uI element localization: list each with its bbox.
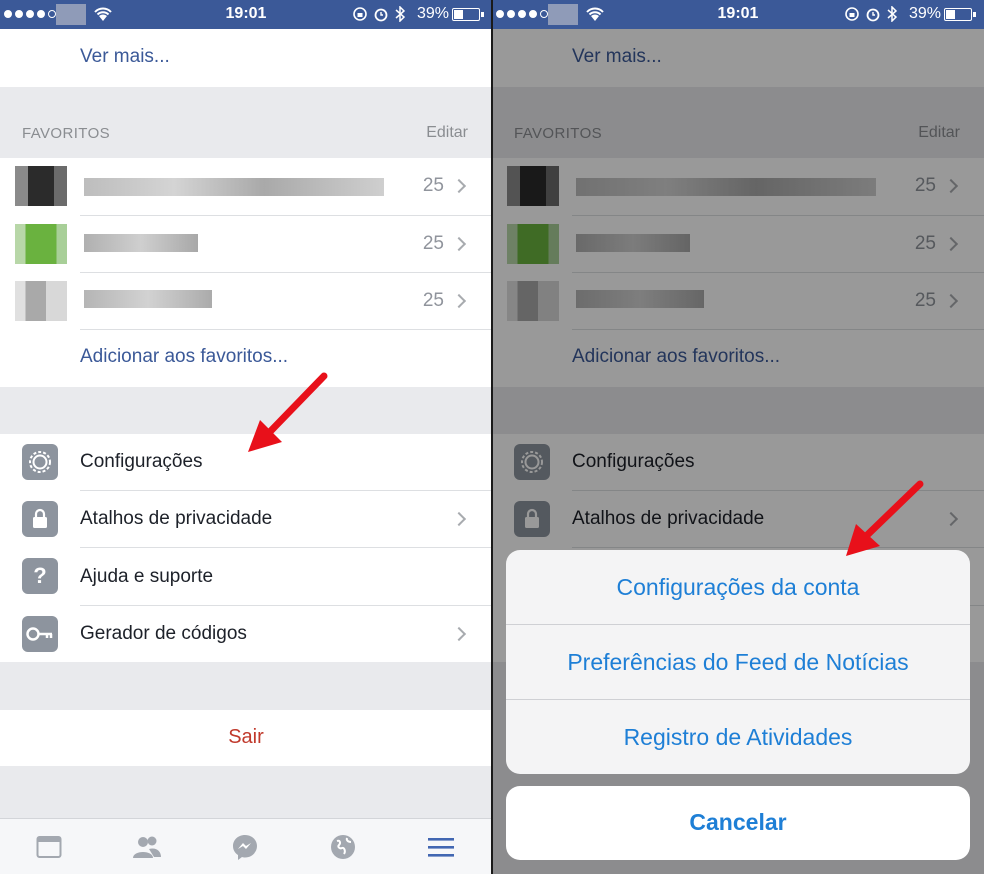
alarm-icon [374, 8, 388, 22]
favorites-header: FAVORITOS Editar [0, 87, 492, 158]
favorite-item[interactable]: 25 [0, 216, 492, 272]
activity-log-option[interactable]: Registro de Atividades [506, 724, 970, 751]
favorite-name-blurred [84, 178, 384, 196]
friends-icon[interactable] [132, 833, 162, 861]
chevron-right-icon [451, 293, 467, 309]
see-more-link[interactable]: Ver mais... [80, 46, 170, 68]
screen-right: 19:01 39% Ver mais... FAVORITOS Editar 2… [492, 0, 984, 874]
settings-label: Configurações [80, 451, 203, 472]
battery-percentage: 39% [417, 5, 450, 22]
globe-icon[interactable] [328, 833, 358, 861]
privacy-shortcuts-label: Atalhos de privacidade [80, 508, 273, 529]
favorites-title: FAVORITOS [22, 125, 111, 142]
image-divider [491, 0, 493, 874]
menu-icon[interactable] [426, 833, 456, 861]
edit-favorites-button[interactable]: Editar [426, 124, 468, 142]
status-bar: 19:01 39% [0, 0, 492, 29]
rotation-lock-icon [353, 7, 367, 21]
battery-icon [944, 8, 976, 21]
favorite-count: 25 [422, 290, 444, 311]
rotation-lock-icon [845, 7, 859, 21]
action-sheet: Configurações da conta Preferências do F… [506, 550, 970, 774]
privacy-shortcuts-row[interactable]: Atalhos de privacidade [0, 491, 492, 547]
favorite-avatar-blurred [15, 166, 67, 206]
lock-icon [22, 501, 58, 537]
cancel-button[interactable]: Cancelar [506, 809, 970, 836]
battery-percentage: 39% [909, 5, 942, 22]
help-support-label: Ajuda e suporte [80, 566, 214, 587]
account-settings-option[interactable]: Configurações da conta [506, 574, 970, 601]
alarm-icon [866, 8, 880, 22]
status-bar: 19:01 39% [492, 0, 984, 29]
add-favorites-link[interactable]: Adicionar aos favoritos... [80, 346, 288, 368]
annotation-arrow [846, 480, 924, 556]
favorite-name-blurred [84, 290, 212, 308]
battery-icon [452, 8, 484, 21]
chevron-right-icon [451, 626, 467, 642]
question-mark-icon: ? [22, 558, 58, 594]
chevron-right-icon [451, 178, 467, 194]
section-spacer [0, 766, 492, 818]
logout-button[interactable]: Sair [0, 726, 492, 749]
tab-bar [0, 818, 492, 874]
help-support-row[interactable]: ? Ajuda e suporte [0, 548, 492, 605]
favorite-avatar-blurred [15, 281, 67, 321]
news-feed-preferences-option[interactable]: Preferências do Feed de Notícias [506, 649, 970, 676]
favorite-avatar-blurred [15, 224, 67, 264]
chevron-right-icon [451, 236, 467, 252]
annotation-arrow [248, 372, 328, 452]
key-icon [22, 616, 58, 652]
chevron-right-icon [451, 511, 467, 527]
code-generator-label: Gerador de códigos [80, 623, 247, 644]
favorite-item[interactable]: 25 [0, 158, 492, 215]
see-more-row[interactable]: Ver mais... [0, 29, 492, 87]
code-generator-row[interactable]: Gerador de códigos [0, 606, 492, 662]
gear-icon [22, 444, 58, 480]
logout-row[interactable]: Sair [0, 710, 492, 766]
bluetooth-icon [395, 6, 406, 22]
divider [506, 699, 970, 700]
favorite-item[interactable]: 25 [0, 273, 492, 329]
action-sheet-cancel: Cancelar [506, 786, 970, 860]
section-spacer [0, 662, 492, 710]
messenger-icon[interactable] [230, 833, 260, 861]
bluetooth-icon [887, 6, 898, 22]
favorite-count: 25 [422, 175, 444, 196]
newsfeed-icon[interactable] [34, 833, 64, 861]
favorite-count: 25 [422, 233, 444, 254]
favorite-name-blurred [84, 234, 198, 252]
screen-left: 19:01 39% Ver mais... FAVORITOS Editar 2… [0, 0, 492, 874]
divider [506, 624, 970, 625]
